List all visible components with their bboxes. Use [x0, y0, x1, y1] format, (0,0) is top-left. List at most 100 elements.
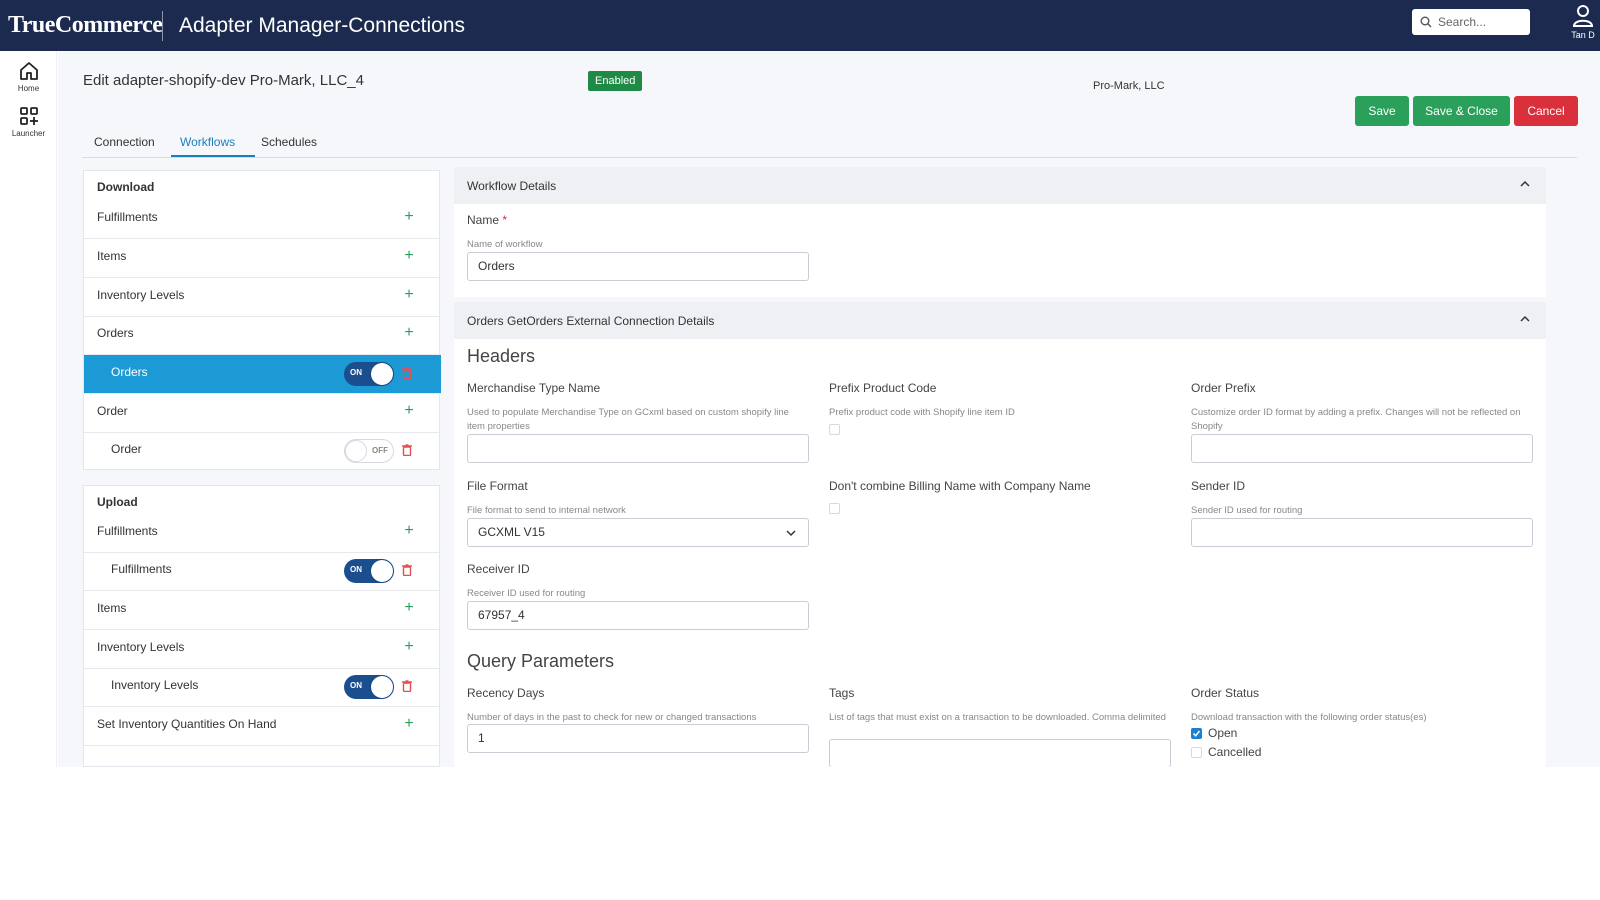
workflow-toggle[interactable]: ON: [344, 675, 394, 699]
add-icon[interactable]: +: [401, 287, 417, 303]
row-label: Order: [111, 442, 142, 456]
status-cancelled-label: Cancelled: [1208, 745, 1262, 759]
receiver-hint: Receiver ID used for routing: [467, 588, 586, 599]
tab-workflows[interactable]: Workflows: [180, 135, 235, 149]
check-icon: [1192, 730, 1201, 737]
name-hint: Name of workflow: [467, 239, 543, 250]
list-item[interactable]: Fulfillments +: [84, 514, 439, 553]
status-cancelled-checkbox[interactable]: [1191, 747, 1202, 758]
sender-label: Sender ID: [1191, 479, 1246, 493]
trash-icon[interactable]: [402, 680, 412, 692]
query-parameters-heading: Query Parameters: [467, 651, 615, 671]
add-icon[interactable]: +: [401, 325, 417, 341]
connection-details-header[interactable]: Orders GetOrders External Connection Det…: [454, 302, 1546, 339]
name-label: Name *: [467, 213, 507, 227]
rail-launcher-label: Launcher: [11, 129, 46, 138]
rail-home[interactable]: Home: [0, 60, 57, 93]
workflow-row[interactable]: Fulfillments ON: [84, 552, 439, 591]
chevron-up-icon[interactable]: [1520, 180, 1530, 187]
chevron-up-icon[interactable]: [1520, 315, 1530, 322]
app-title: Adapter Manager-Connections: [179, 13, 466, 37]
billing-label: Don't combine Billing Name with Company …: [829, 479, 1091, 493]
merchandise-label: Merchandise Type Name: [467, 381, 601, 395]
rail-launcher[interactable]: Launcher: [0, 105, 57, 138]
tab-connection[interactable]: Connection: [94, 135, 155, 149]
status-open-checkbox[interactable]: [1191, 728, 1202, 739]
toggle-knob: [371, 560, 393, 582]
headers-heading: Headers: [467, 346, 536, 366]
add-icon[interactable]: +: [401, 639, 417, 655]
workflow-details-header[interactable]: Workflow Details: [454, 167, 1546, 204]
workflow-toggle[interactable]: OFF: [344, 439, 394, 463]
save-close-button[interactable]: Save & Close: [1413, 96, 1510, 126]
search-placeholder: Search...: [1438, 15, 1487, 29]
brand-logo[interactable]: TrueCommerce: [0, 12, 163, 39]
add-icon[interactable]: +: [401, 523, 417, 539]
trash-icon[interactable]: [402, 367, 412, 379]
left-rail: Home Launcher: [0, 51, 57, 767]
receiver-label: Receiver ID: [467, 562, 530, 576]
billing-name-checkbox[interactable]: [829, 503, 840, 514]
row-label: Orders: [111, 365, 148, 379]
merchandise-type-input[interactable]: [467, 434, 809, 463]
workflow-row-selected[interactable]: Orders ON: [84, 355, 441, 394]
receiver-id-input[interactable]: 67957_4: [467, 601, 809, 630]
add-icon[interactable]: +: [401, 600, 417, 616]
row-label: Set Inventory Quantities On Hand: [97, 717, 277, 731]
add-icon[interactable]: +: [401, 716, 417, 732]
order-prefix-hint: Customize order ID format by adding a pr…: [1191, 407, 1521, 432]
tags-input[interactable]: [829, 739, 1171, 767]
workflow-name-input[interactable]: Orders: [467, 252, 809, 281]
list-item[interactable]: Inventory Levels +: [84, 278, 441, 317]
list-item[interactable]: Set Inventory Quantities On Hand +: [84, 707, 439, 746]
list-item[interactable]: Fulfillments +: [84, 200, 441, 239]
add-icon[interactable]: +: [401, 209, 417, 225]
user-icon: [1572, 5, 1594, 27]
list-item[interactable]: Items +: [84, 591, 439, 630]
chevron-down-icon: [786, 530, 796, 537]
row-label: Inventory Levels: [97, 640, 185, 654]
toggle-text: ON: [350, 368, 362, 377]
cancel-button[interactable]: Cancel: [1514, 96, 1578, 126]
trash-icon[interactable]: [402, 444, 412, 456]
prefix-label: Prefix Product Code: [829, 381, 937, 395]
file-format-select[interactable]: GCXML V15: [467, 518, 809, 547]
list-item[interactable]: Inventory Levels +: [84, 630, 439, 669]
workflow-toggle[interactable]: ON: [344, 362, 394, 386]
order-prefix-label: Order Prefix: [1191, 381, 1256, 395]
sender-id-input[interactable]: [1191, 518, 1533, 547]
workflow-row[interactable]: Inventory Levels ON: [84, 668, 439, 707]
home-icon: [19, 62, 38, 80]
upload-title: Upload: [97, 495, 138, 509]
required-marker: *: [502, 213, 508, 227]
file-format-value: GCXML V15: [478, 525, 545, 539]
name-label-text: Name: [467, 213, 500, 227]
list-item[interactable]: Order +: [84, 394, 441, 433]
tab-bar: Connection Workflows Schedules: [82, 131, 1577, 158]
workflow-row[interactable]: Order OFF: [84, 432, 441, 471]
row-label: Inventory Levels: [97, 288, 185, 302]
page-title: Edit adapter-shopify-dev Pro-Mark, LLC_4: [83, 72, 364, 89]
toggle-knob: [345, 440, 367, 462]
workflow-toggle[interactable]: ON: [344, 559, 394, 583]
prefix-hint: Prefix product code with Shopify line it…: [829, 407, 1015, 418]
save-button[interactable]: Save: [1355, 96, 1409, 126]
list-item[interactable]: Items +: [84, 239, 441, 278]
merchandise-hint: Used to populate Merchandise Type on GCx…: [467, 407, 789, 432]
trash-icon[interactable]: [402, 564, 412, 576]
search-input[interactable]: Search...: [1412, 9, 1530, 35]
recency-days-input[interactable]: 1: [467, 724, 809, 753]
search-icon: [1420, 16, 1432, 28]
row-label: Items: [97, 249, 127, 263]
add-icon[interactable]: +: [401, 403, 417, 419]
row-label: Orders: [97, 326, 134, 340]
list-item[interactable]: Orders +: [84, 316, 441, 355]
file-format-label: File Format: [467, 479, 528, 493]
user-menu[interactable]: Tan D: [1568, 4, 1598, 40]
tab-schedules[interactable]: Schedules: [261, 135, 317, 149]
prefix-product-code-checkbox[interactable]: [829, 424, 840, 435]
order-prefix-input[interactable]: [1191, 434, 1533, 463]
add-icon[interactable]: +: [401, 248, 417, 264]
row-label: Fulfillments: [111, 562, 172, 576]
row-label: Items: [97, 601, 127, 615]
